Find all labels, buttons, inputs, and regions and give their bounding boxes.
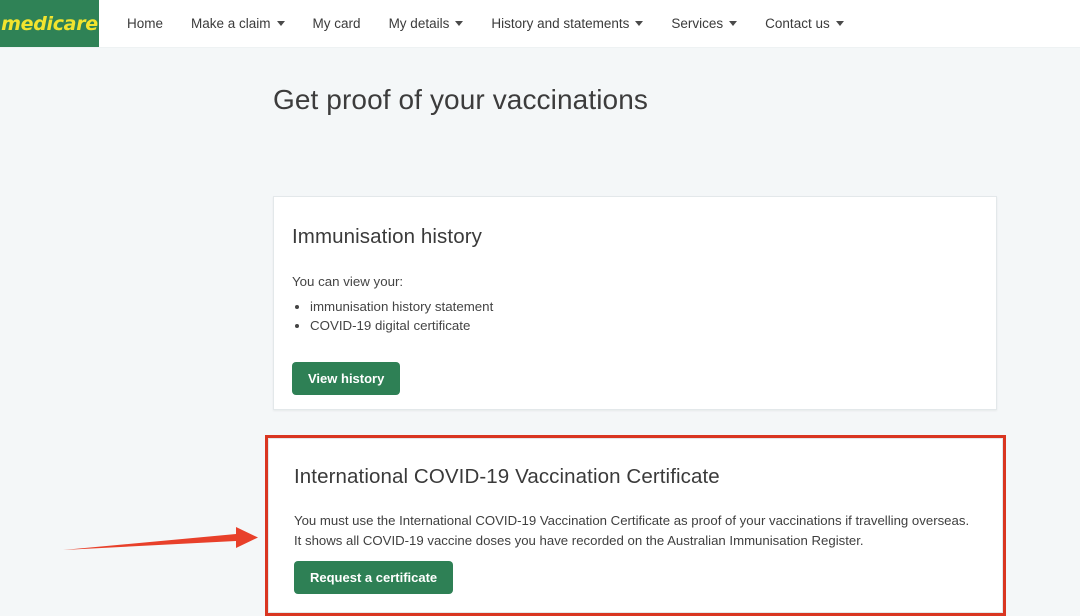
immunisation-options-list: immunisation history statement COVID-19 …	[292, 297, 966, 335]
card-immunisation-history: Immunisation history You can view your: …	[273, 196, 997, 410]
chevron-down-icon	[455, 21, 464, 26]
nav-item-my-details[interactable]: My details	[375, 0, 478, 47]
page-title: Get proof of your vaccinations	[273, 84, 648, 115]
nav-label: Services	[671, 16, 724, 31]
list-item: COVID-19 digital certificate	[310, 316, 966, 335]
chevron-down-icon	[635, 21, 644, 26]
card-intro-text: You can view your:	[292, 274, 404, 289]
annotation-highlight-box	[265, 435, 1006, 616]
main-navigation: Home Make a claim My card My details His…	[99, 0, 858, 47]
view-history-button[interactable]: View history	[292, 362, 401, 395]
chevron-down-icon	[835, 21, 844, 26]
nav-label: Home	[127, 16, 164, 31]
nav-item-history-and-statements[interactable]: History and statements	[477, 0, 657, 47]
nav-item-home[interactable]: Home	[113, 0, 177, 47]
site-header: medicare Home Make a claim My card My de…	[0, 0, 1080, 48]
page-body: Get proof of your vaccinations Immunisat…	[0, 48, 1080, 616]
logo-text: medicare	[1, 12, 98, 35]
nav-label: Make a claim	[191, 16, 271, 31]
content-column: Get proof of your vaccinations Immunisat…	[265, 48, 1006, 410]
card-title: Immunisation history	[292, 225, 482, 248]
chevron-down-icon	[276, 21, 285, 26]
chevron-down-icon	[729, 21, 738, 26]
nav-item-contact-us[interactable]: Contact us	[751, 0, 858, 47]
nav-label: My card	[312, 16, 361, 31]
nav-label: History and statements	[491, 16, 630, 31]
nav-label: My details	[388, 16, 450, 31]
nav-item-make-a-claim[interactable]: Make a claim	[177, 0, 299, 47]
medicare-logo[interactable]: medicare	[0, 0, 99, 47]
nav-item-my-card[interactable]: My card	[299, 0, 375, 47]
nav-item-services[interactable]: Services	[657, 0, 751, 47]
annotation-arrow-icon	[63, 527, 258, 550]
nav-label: Contact us	[765, 16, 830, 31]
list-item: immunisation history statement	[310, 297, 966, 316]
